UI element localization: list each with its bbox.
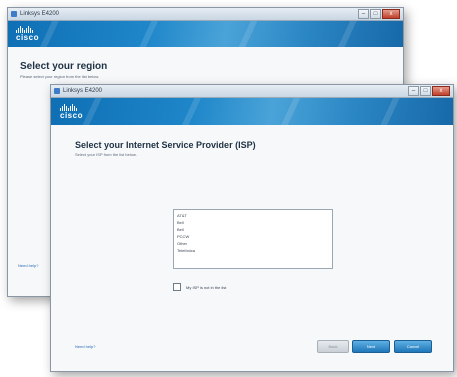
isp-option[interactable]: Bell bbox=[177, 226, 329, 233]
close-button[interactable]: x bbox=[432, 86, 450, 96]
logo-text: cisco bbox=[16, 33, 39, 42]
cisco-logo: cisco bbox=[16, 26, 39, 42]
isp-option[interactable]: Other bbox=[177, 240, 329, 247]
help-link[interactable]: Need help? bbox=[18, 263, 38, 268]
isp-option[interactable]: Telefónica bbox=[177, 247, 329, 254]
isp-option[interactable]: AT&T bbox=[177, 212, 329, 219]
help-link[interactable]: Need help? bbox=[75, 344, 95, 349]
isp-option[interactable]: Bell bbox=[177, 219, 329, 226]
isp-not-listed-row[interactable]: My ISP is not in the list bbox=[173, 283, 226, 291]
next-button[interactable]: Next bbox=[352, 340, 390, 353]
app-icon bbox=[11, 11, 17, 17]
maximize-button[interactable]: □ bbox=[420, 86, 431, 96]
minimize-button[interactable]: – bbox=[358, 9, 369, 19]
close-button[interactable]: x bbox=[382, 9, 400, 19]
header-banner: cisco bbox=[51, 98, 453, 125]
back-window-titlebar: Linksys E4200 – □ x bbox=[8, 8, 403, 21]
isp-not-listed-checkbox[interactable] bbox=[173, 283, 181, 291]
front-window: Linksys E4200 – □ x cisco Select your In… bbox=[50, 84, 454, 372]
isp-not-listed-label: My ISP is not in the list bbox=[186, 284, 227, 290]
cisco-logo: cisco bbox=[60, 104, 83, 120]
page-title: Select your region bbox=[20, 61, 108, 72]
maximize-button[interactable]: □ bbox=[370, 9, 381, 19]
minimize-button[interactable]: – bbox=[408, 86, 419, 96]
page-title: Select your Internet Service Provider (I… bbox=[75, 140, 256, 150]
header-banner: cisco bbox=[8, 21, 403, 47]
window-controls: – □ x bbox=[407, 86, 450, 96]
front-window-titlebar: Linksys E4200 – □ x bbox=[51, 85, 453, 98]
isp-listbox[interactable]: AT&T Bell Bell PCCW Other Telefónica bbox=[173, 209, 333, 269]
isp-option[interactable]: PCCW bbox=[177, 233, 329, 240]
window-title: Linksys E4200 bbox=[20, 11, 60, 17]
cisco-bars-icon bbox=[60, 104, 83, 111]
page-subtitle: Please select your region from the list … bbox=[20, 74, 100, 79]
page-subtitle: Select your ISP from the list below. bbox=[75, 152, 137, 157]
window-title: Linksys E4200 bbox=[63, 88, 103, 94]
cisco-bars-icon bbox=[16, 26, 39, 33]
logo-text: cisco bbox=[60, 111, 83, 120]
front-window-content: Select your Internet Service Provider (I… bbox=[51, 125, 453, 371]
app-icon bbox=[54, 88, 60, 94]
cancel-button[interactable]: Cancel bbox=[394, 340, 432, 353]
window-controls: – □ x bbox=[357, 9, 400, 19]
back-button[interactable]: Back bbox=[317, 340, 349, 353]
